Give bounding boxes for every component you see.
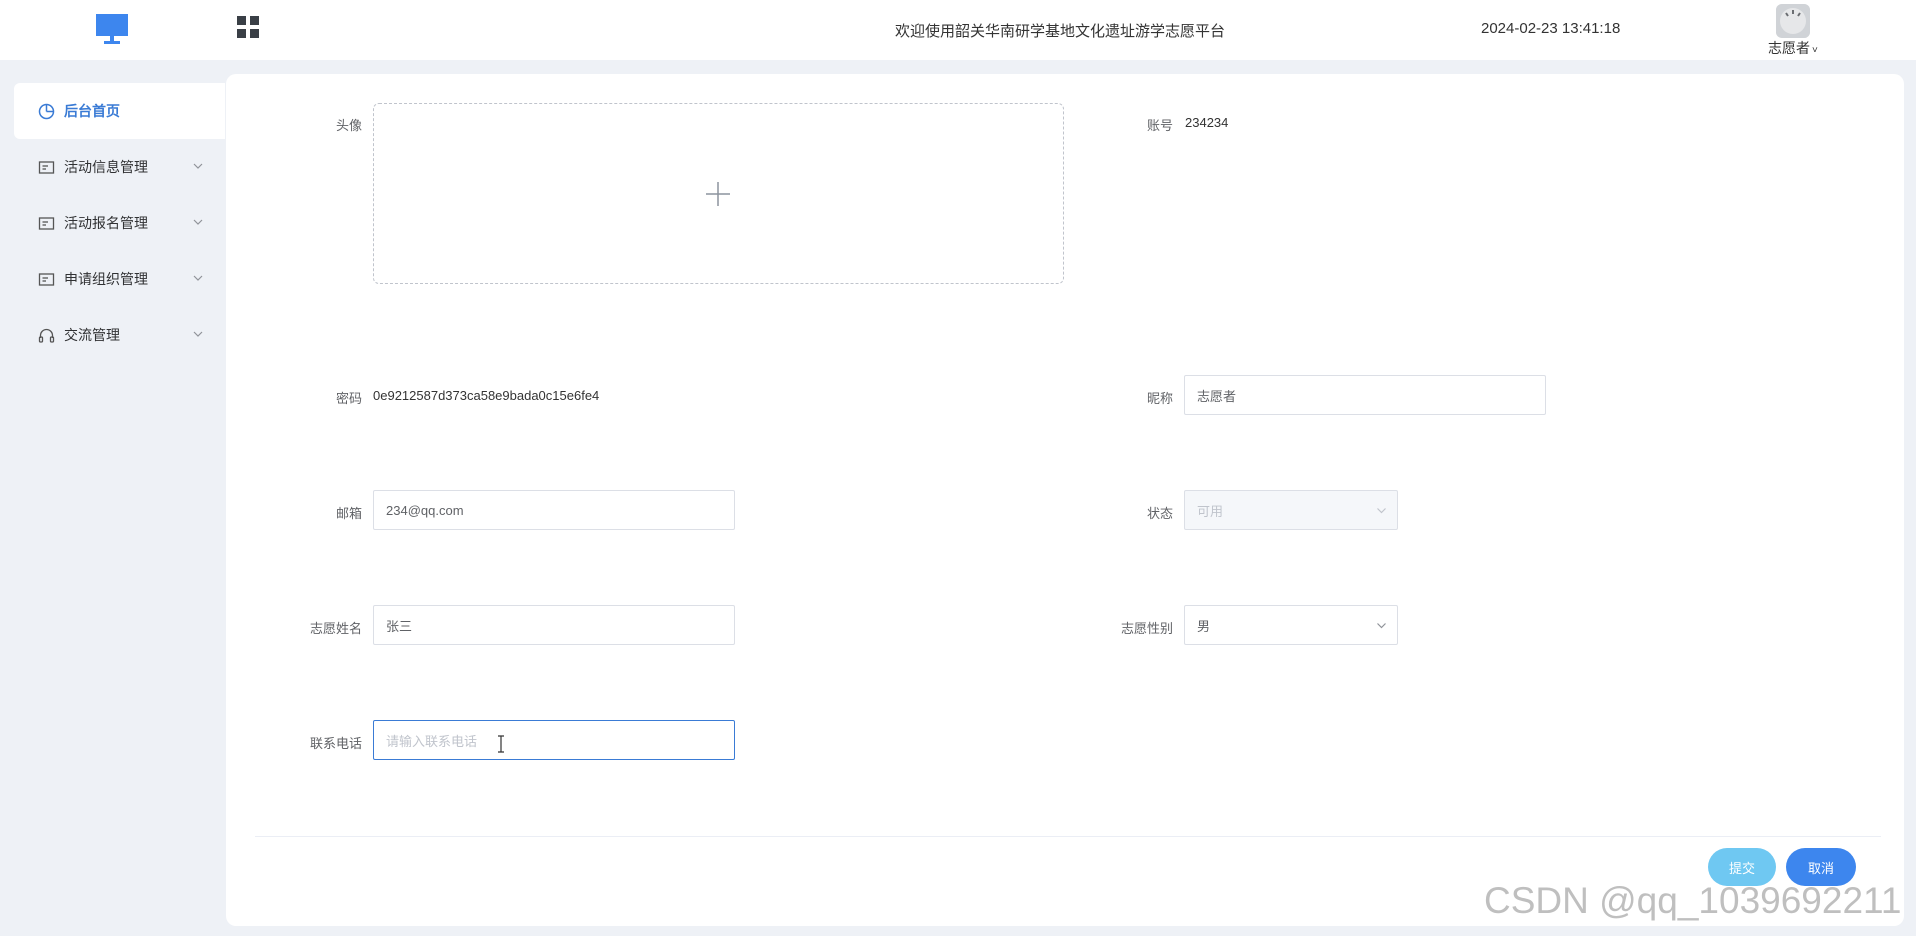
nickname-input[interactable]: 志愿者 [1184, 375, 1546, 415]
headset-icon [38, 328, 55, 343]
gender-label: 志愿性别 [1120, 621, 1173, 636]
password-label: 密码 [335, 391, 362, 406]
site-title: 欢迎使用韶关华南研学基地文化遗址游学志愿平台 [895, 23, 1226, 40]
password-value: 0e9212587d373ca58e9bada0c15e6fe4 [373, 388, 600, 403]
sidebar-item-activity-signup[interactable]: 活动报名管理 [14, 195, 225, 251]
account-value: 234234 [1185, 115, 1229, 130]
status-select: 可用 [1184, 490, 1398, 530]
chevron-down-icon: ˅ [1812, 45, 1818, 56]
top-header: 欢迎使用韶关华南研学基地文化遗址游学志愿平台 2024-02-23 13:41:… [0, 0, 1916, 60]
gender-value: 男 [1197, 618, 1211, 634]
email-value: 234@qq.com [386, 502, 464, 518]
current-datetime: 2024-02-23 13:41:18 [1481, 20, 1621, 37]
volunteer-name-input[interactable]: 张三 [373, 605, 735, 645]
sidebar-item-org-application[interactable]: 申请组织管理 [14, 251, 225, 307]
phone-placeholder: 请输入联系电话 [386, 733, 478, 749]
sidebar-menu: 后台首页 活动信息管理 活动报名管理 申请组织管理 交流管理 [14, 83, 225, 363]
sidebar-item-label: 交流管理 [64, 327, 120, 343]
email-label: 邮箱 [335, 506, 362, 521]
sidebar-item-label: 申请组织管理 [64, 271, 148, 287]
sidebar-item-label: 后台首页 [64, 103, 120, 119]
sidebar-item-communication[interactable]: 交流管理 [14, 307, 225, 363]
account-label: 账号 [1146, 118, 1173, 133]
chevron-down-icon [193, 331, 203, 337]
status-value: 可用 [1197, 503, 1224, 519]
plus-icon [706, 182, 730, 206]
sidebar-item-activity-info[interactable]: 活动信息管理 [14, 139, 225, 195]
document-icon [38, 272, 55, 286]
sidebar-item-label: 活动报名管理 [64, 215, 148, 231]
monitor-logo-icon [96, 14, 128, 44]
document-icon [38, 216, 55, 230]
status-label: 状态 [1146, 506, 1173, 521]
pie-chart-icon [38, 103, 55, 119]
avatar-upload[interactable] [373, 103, 1064, 284]
user-name: 志愿者 [1768, 40, 1810, 56]
avatar-clock-icon [1776, 4, 1810, 38]
sidebar-item-label: 活动信息管理 [64, 159, 148, 175]
phone-input[interactable]: 请输入联系电话 [373, 720, 735, 760]
user-avatar[interactable] [1776, 4, 1810, 38]
text-cursor-icon [498, 735, 504, 753]
gender-select[interactable]: 男 [1184, 605, 1398, 645]
avatar-label: 头像 [335, 118, 362, 133]
nickname-label: 昵称 [1146, 391, 1173, 406]
volunteer-name-label: 志愿姓名 [309, 621, 362, 636]
phone-label: 联系电话 [309, 736, 362, 751]
email-input[interactable]: 234@qq.com [373, 490, 735, 530]
chevron-down-icon [193, 275, 203, 281]
sidebar-item-dashboard[interactable]: 后台首页 [14, 83, 225, 139]
form-divider [255, 836, 1881, 837]
user-menu-dropdown[interactable]: 志愿者 ˅ [1768, 38, 1818, 58]
apps-grid-icon[interactable] [237, 16, 259, 38]
volunteer-name-value: 张三 [386, 618, 413, 634]
document-icon [38, 160, 55, 174]
csdn-watermark: CSDN @qq_1039692211 [1484, 880, 1902, 921]
chevron-down-icon [193, 163, 203, 169]
nickname-value: 志愿者 [1197, 388, 1237, 404]
chevron-down-icon [1377, 508, 1386, 514]
chevron-down-icon [193, 219, 203, 225]
chevron-down-icon [1377, 623, 1386, 629]
